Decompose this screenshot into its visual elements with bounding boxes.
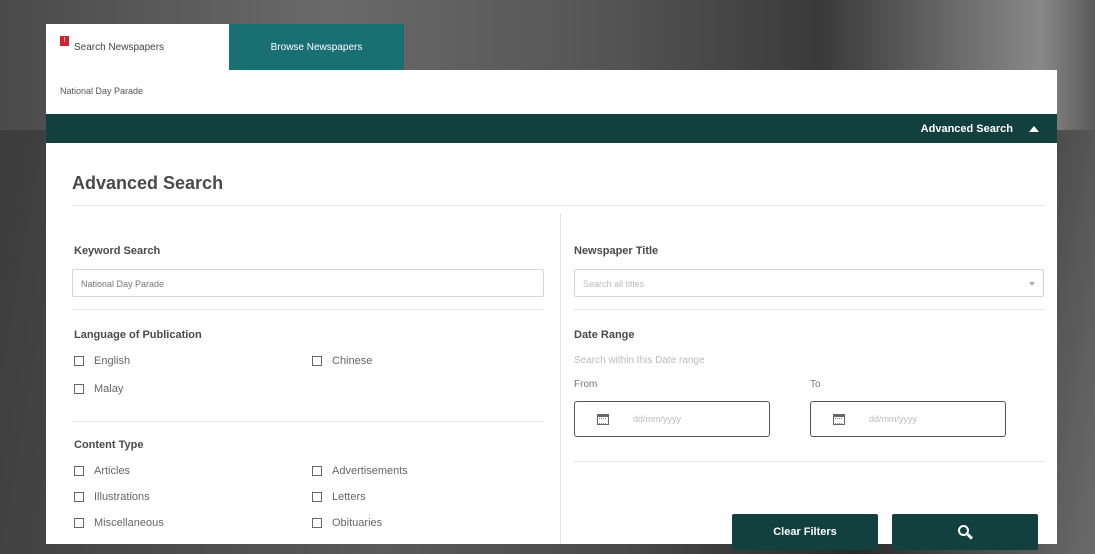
advanced-search-toggle[interactable]: Advanced Search bbox=[46, 114, 1057, 143]
keyword-search-label: Keyword Search bbox=[74, 245, 161, 257]
search-icon bbox=[958, 525, 974, 540]
checkbox-label: English bbox=[94, 355, 131, 367]
checkbox-label: Illustrations bbox=[94, 491, 150, 503]
current-query: National Day Parade bbox=[60, 86, 144, 96]
checkbox-illustrations[interactable]: Illustrations bbox=[74, 491, 150, 503]
search-button[interactable] bbox=[892, 514, 1038, 550]
divider bbox=[72, 205, 1044, 206]
checkbox-label: Chinese bbox=[332, 355, 373, 367]
divider bbox=[574, 309, 1044, 310]
checkbox-label: Malay bbox=[94, 383, 124, 395]
checkbox-obituaries[interactable]: Obituaries bbox=[312, 517, 382, 529]
date-to-input[interactable]: dd/mm/yyyy bbox=[810, 401, 1006, 437]
checkbox-letters[interactable]: Letters bbox=[312, 491, 366, 503]
column-divider bbox=[560, 213, 561, 544]
to-label: To bbox=[810, 379, 821, 390]
advanced-search-form: Advanced Search Keyword Search National … bbox=[46, 143, 1057, 550]
chevron-down-icon bbox=[1029, 282, 1035, 286]
checkbox-box bbox=[74, 518, 84, 528]
checkbox-box bbox=[74, 492, 84, 502]
checkbox-box bbox=[74, 466, 84, 476]
advanced-search-label: Advanced Search bbox=[920, 122, 1013, 135]
checkbox-box bbox=[74, 356, 84, 366]
date-from-placeholder: dd/mm/yyyy bbox=[633, 414, 682, 424]
checkbox-chinese[interactable]: Chinese bbox=[312, 355, 372, 367]
newspaper-title-placeholder: Search all titles bbox=[583, 279, 645, 289]
checkbox-label: Advertisements bbox=[332, 465, 408, 477]
form-title: Advanced Search bbox=[72, 173, 224, 193]
divider bbox=[574, 461, 1044, 462]
tab-bar: ! Search Newspapers Browse Newspapers bbox=[46, 24, 404, 70]
clear-filters-button[interactable]: Clear Filters bbox=[732, 514, 878, 550]
checkbox-box bbox=[312, 466, 322, 476]
tab-browse-newspapers[interactable]: Browse Newspapers bbox=[229, 24, 404, 70]
checkbox-box bbox=[74, 384, 84, 394]
search-query-bar: National Day Parade bbox=[46, 70, 1057, 114]
date-range-hint: Search within this Date range bbox=[574, 355, 705, 366]
newspaper-search-panel: ! Search Newspapers Browse Newspapers Na… bbox=[46, 24, 1057, 550]
calendar-icon bbox=[833, 413, 845, 425]
checkbox-label: Articles bbox=[94, 465, 131, 477]
newspaper-title-label: Newspaper Title bbox=[574, 245, 659, 257]
checkbox-label: Miscellaneous bbox=[94, 517, 164, 529]
divider bbox=[72, 309, 544, 310]
alert-badge-icon: ! bbox=[60, 36, 69, 46]
divider bbox=[72, 421, 544, 422]
checkbox-english[interactable]: English bbox=[74, 355, 130, 367]
caret-up-icon bbox=[1029, 125, 1039, 132]
tab-label: Search Newspapers bbox=[74, 41, 165, 53]
date-from-input[interactable]: dd/mm/yyyy bbox=[574, 401, 770, 437]
calendar-icon bbox=[597, 413, 609, 425]
checkbox-box bbox=[312, 518, 322, 528]
keyword-search-input[interactable]: National Day Parade bbox=[72, 269, 544, 297]
checkbox-box bbox=[312, 492, 322, 502]
language-label: Language of Publication bbox=[74, 329, 202, 341]
content-type-label: Content Type bbox=[74, 439, 144, 451]
checkbox-miscellaneous[interactable]: Miscellaneous bbox=[74, 517, 164, 529]
checkbox-articles[interactable]: Articles bbox=[74, 465, 130, 477]
checkbox-advertisements[interactable]: Advertisements bbox=[312, 465, 408, 477]
checkbox-label: Obituaries bbox=[332, 517, 383, 529]
tab-search-newspapers[interactable]: ! Search Newspapers bbox=[46, 24, 229, 70]
newspaper-title-select[interactable]: Search all titles bbox=[574, 269, 1044, 297]
date-range-label: Date Range bbox=[574, 329, 635, 341]
tab-label: Browse Newspapers bbox=[270, 41, 363, 53]
date-to-placeholder: dd/mm/yyyy bbox=[869, 414, 918, 424]
checkbox-label: Letters bbox=[332, 491, 366, 503]
from-label: From bbox=[574, 379, 598, 390]
clear-filters-label: Clear Filters bbox=[773, 526, 837, 538]
checkbox-box bbox=[312, 356, 322, 366]
checkbox-malay[interactable]: Malay bbox=[74, 383, 123, 395]
